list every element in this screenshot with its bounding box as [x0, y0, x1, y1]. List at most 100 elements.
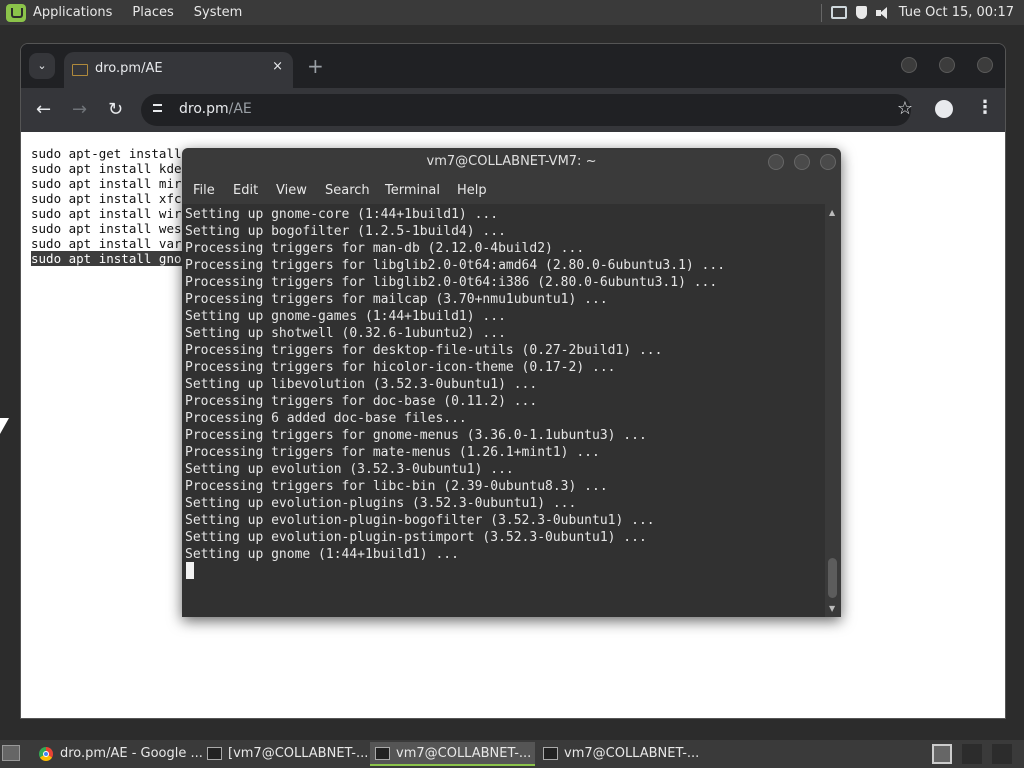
menu-help[interactable]: Help	[457, 183, 487, 198]
tab-strip: ⌄ dro.pm/AE × +	[21, 44, 1005, 88]
menu-applications[interactable]: Applications	[33, 5, 112, 20]
workspace-1-button[interactable]	[932, 744, 952, 764]
site-info-icon[interactable]	[153, 102, 167, 116]
terminal-icon	[543, 747, 558, 760]
scroll-up-arrow-icon[interactable]: ▲	[829, 208, 835, 217]
command-line: sudo apt install wes	[31, 221, 182, 236]
workspace-2-button[interactable]	[962, 744, 982, 764]
close-window-button[interactable]	[977, 57, 993, 73]
reload-icon[interactable]: ↻	[108, 99, 123, 120]
taskbar-item-label: dro.pm/AE - Google ...	[60, 746, 202, 761]
volume-icon[interactable]	[875, 6, 890, 19]
tab-close-button[interactable]: ×	[272, 59, 283, 74]
menu-file[interactable]: File	[193, 183, 215, 198]
scroll-down-arrow-icon[interactable]: ▼	[829, 604, 835, 613]
command-line: sudo apt install var	[31, 236, 182, 251]
terminal-scrollbar[interactable]: ▲ ▼	[825, 204, 841, 617]
terminal-line: Setting up evolution-plugin-bogofilter (…	[185, 513, 655, 528]
menu-terminal[interactable]: Terminal	[385, 183, 440, 198]
network-icon[interactable]	[830, 6, 847, 19]
command-line: sudo apt install kde	[31, 161, 182, 176]
profile-icon[interactable]	[935, 100, 953, 118]
terminal-line: Setting up evolution-plugin-pstimport (3…	[185, 530, 647, 545]
terminal-line: Setting up evolution (3.52.3-0ubuntu1) .…	[185, 462, 514, 477]
menu-view[interactable]: View	[276, 183, 307, 198]
tab-title: dro.pm/AE	[95, 61, 163, 76]
terminal-line: Setting up gnome (1:44+1build1) ...	[185, 547, 459, 562]
tray-separator	[820, 3, 822, 22]
terminal-line: Setting up shotwell (0.32.6-1ubuntu2) ..…	[185, 326, 506, 341]
mouse-pointer-icon	[0, 418, 9, 434]
terminal-line: Setting up libevolution (3.52.3-0ubuntu1…	[185, 377, 538, 392]
system-tray: Tue Oct 15, 00:17	[820, 0, 1014, 25]
terminal-title: vm7@COLLABNET-VM7: ~	[426, 154, 597, 169]
new-tab-button[interactable]: +	[307, 54, 324, 78]
terminal-line: Processing triggers for libc-bin (2.39-0…	[185, 479, 608, 494]
command-line: sudo apt install mir	[31, 176, 182, 191]
menu-places[interactable]: Places	[132, 5, 173, 20]
browser-toolbar: ← → ↻ dro.pm/AE ☆ ⋮	[21, 88, 1005, 132]
maximize-button[interactable]	[939, 57, 955, 73]
terminal-window: vm7@COLLABNET-VM7: ~ File Edit View Sear…	[182, 148, 841, 617]
terminal-line: Processing triggers for hicolor-icon-the…	[185, 360, 616, 375]
clock[interactable]: Tue Oct 15, 00:17	[899, 5, 1014, 20]
terminal-line: Setting up gnome-core (1:44+1build1) ...	[185, 207, 499, 222]
top-panel: Applications Places System Tue Oct 15, 0…	[0, 0, 1024, 25]
terminal-line: Processing triggers for mailcap (3.70+nm…	[185, 292, 608, 307]
taskbar: dro.pm/AE - Google ... [vm7@COLLABNET-..…	[0, 740, 1024, 768]
url-path: /AE	[228, 101, 252, 117]
terminal-line: Setting up gnome-games (1:44+1build1) ..…	[185, 309, 506, 324]
selected-command-line[interactable]: sudo apt install gno	[31, 251, 182, 266]
command-list: sudo apt-get install sudo apt install kde…	[31, 146, 182, 266]
show-desktop-icon[interactable]	[2, 745, 20, 761]
taskbar-item-terminal[interactable]: [vm7@COLLABNET-...	[202, 742, 370, 766]
terminal-line: Processing 6 added doc-base files...	[185, 411, 467, 426]
back-arrow-icon[interactable]: ←	[36, 99, 51, 120]
shield-icon[interactable]	[855, 6, 867, 19]
bookmark-star-icon[interactable]: ☆	[897, 98, 913, 119]
forward-arrow-icon[interactable]: →	[72, 99, 87, 120]
minimize-button[interactable]	[901, 57, 917, 73]
menu-search[interactable]: Search	[325, 183, 370, 198]
terminal-line: Setting up bogofilter (1.2.5-1build4) ..…	[185, 224, 506, 239]
command-line: sudo apt-get install	[31, 146, 182, 161]
command-line: sudo apt install wir	[31, 206, 182, 221]
scrollbar-thumb[interactable]	[828, 558, 837, 598]
terminal-line: Processing triggers for libglib2.0-0t64:…	[185, 275, 718, 290]
taskbar-item-terminal-active[interactable]: vm7@COLLABNET-...	[370, 742, 535, 766]
terminal-icon	[207, 747, 222, 760]
terminal-line: Processing triggers for gnome-menus (3.3…	[185, 428, 647, 443]
terminal-output[interactable]: Setting up gnome-core (1:44+1build1) ...…	[182, 204, 825, 617]
terminal-titlebar[interactable]: vm7@COLLABNET-VM7: ~	[182, 148, 841, 178]
taskbar-item-label: vm7@COLLABNET-...	[396, 746, 532, 761]
terminal-maximize-button[interactable]	[794, 154, 810, 170]
terminal-line: Processing triggers for man-db (2.12.0-4…	[185, 241, 585, 256]
menu-edit[interactable]: Edit	[233, 183, 258, 198]
chrome-icon	[39, 747, 53, 761]
folder-favicon-icon	[72, 62, 88, 76]
command-line: sudo apt install xfc	[31, 191, 182, 206]
address-bar[interactable]: dro.pm/AE ☆	[141, 94, 913, 126]
url-host: dro.pm	[179, 101, 229, 117]
url-text: dro.pm/AE	[179, 101, 252, 117]
terminal-icon	[375, 747, 390, 760]
taskbar-item-chrome[interactable]: dro.pm/AE - Google ...	[34, 742, 202, 766]
terminal-close-button[interactable]	[820, 154, 836, 170]
menu-system[interactable]: System	[194, 5, 242, 20]
tab-search-button[interactable]: ⌄	[29, 53, 55, 79]
terminal-menubar: File Edit View Search Terminal Help	[182, 178, 841, 204]
browser-tab[interactable]: dro.pm/AE ×	[64, 52, 293, 88]
terminal-line: Processing triggers for doc-base (0.11.2…	[185, 394, 538, 409]
workspace-3-button[interactable]	[992, 744, 1012, 764]
terminal-line: Processing triggers for mate-menus (1.26…	[185, 445, 600, 460]
taskbar-item-label: [vm7@COLLABNET-...	[228, 746, 369, 761]
terminal-text: Setting up gnome-core (1:44+1build1) ...…	[185, 206, 725, 563]
mint-logo-icon[interactable]	[6, 3, 26, 22]
more-menu-icon[interactable]: ⋮	[976, 97, 994, 118]
taskbar-item-terminal[interactable]: vm7@COLLABNET-...	[538, 742, 706, 766]
terminal-line: Setting up evolution-plugins (3.52.3-0ub…	[185, 496, 577, 511]
terminal-cursor	[186, 562, 194, 579]
terminal-line: Processing triggers for libglib2.0-0t64:…	[185, 258, 726, 273]
taskbar-item-label: vm7@COLLABNET-...	[564, 746, 700, 761]
terminal-minimize-button[interactable]	[768, 154, 784, 170]
